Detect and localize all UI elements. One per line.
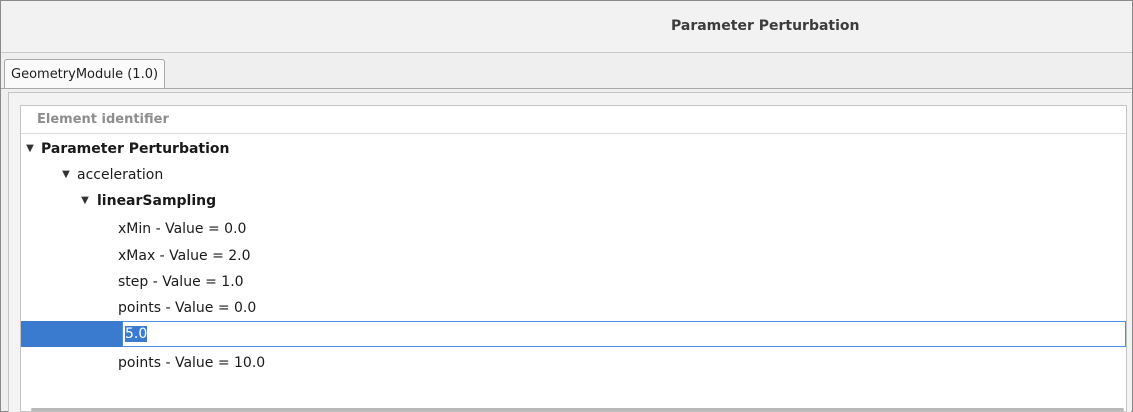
selection-highlight xyxy=(21,321,122,347)
tree-row-linear-sampling[interactable]: ▼ linearSampling xyxy=(21,188,1126,214)
tree-row-xmin[interactable]: xMin - Value = 0.0 xyxy=(21,216,1126,242)
tree-row-editing[interactable]: 5.0 xyxy=(21,321,1126,347)
tab-geometry-module[interactable]: GeometryModule (1.0) xyxy=(4,59,166,89)
title-bar[interactable]: Parameter Perturbation xyxy=(1,1,1132,53)
tree-row-label: points - Value = 10.0 xyxy=(118,355,266,371)
tree-row-parameter-perturbation[interactable]: ▼ Parameter Perturbation xyxy=(21,136,1126,162)
tab-divider xyxy=(1,88,1132,89)
tree-row-points-2[interactable]: points - Value = 10.0 xyxy=(21,350,1126,376)
tree-row-acceleration[interactable]: ▼ acceleration xyxy=(21,162,1126,188)
tree-row-label: xMin - Value = 0.0 xyxy=(118,221,247,237)
tree-column-header[interactable]: Element identifier xyxy=(21,106,1126,134)
tree-row-label: step - Value = 1.0 xyxy=(118,274,244,290)
value-edit-field[interactable]: 5.0 xyxy=(122,321,1126,347)
triangle-down-icon[interactable]: ▼ xyxy=(59,162,73,188)
tree-row-points[interactable]: points - Value = 0.0 xyxy=(21,295,1126,321)
horizontal-scrollbar[interactable] xyxy=(31,408,1124,411)
element-tree[interactable]: Element identifier ▼ Parameter Perturbat… xyxy=(20,105,1127,412)
tree-row-label: xMax - Value = 2.0 xyxy=(118,248,251,264)
edit-field-value: 5.0 xyxy=(125,326,148,342)
triangle-down-icon[interactable]: ▼ xyxy=(78,188,92,214)
tree-row-label: linearSampling xyxy=(97,193,217,209)
tree-row-step[interactable]: step - Value = 1.0 xyxy=(21,269,1126,295)
tree-row-label: points - Value = 0.0 xyxy=(118,300,257,316)
window-title: Parameter Perturbation xyxy=(671,18,860,34)
tree-row-label: acceleration xyxy=(77,167,164,183)
tree-row-xmax[interactable]: xMax - Value = 2.0 xyxy=(21,243,1126,269)
tab-bar: GeometryModule (1.0) xyxy=(1,59,1132,89)
tree-row-label: Parameter Perturbation xyxy=(41,141,230,157)
triangle-down-icon[interactable]: ▼ xyxy=(23,136,37,162)
